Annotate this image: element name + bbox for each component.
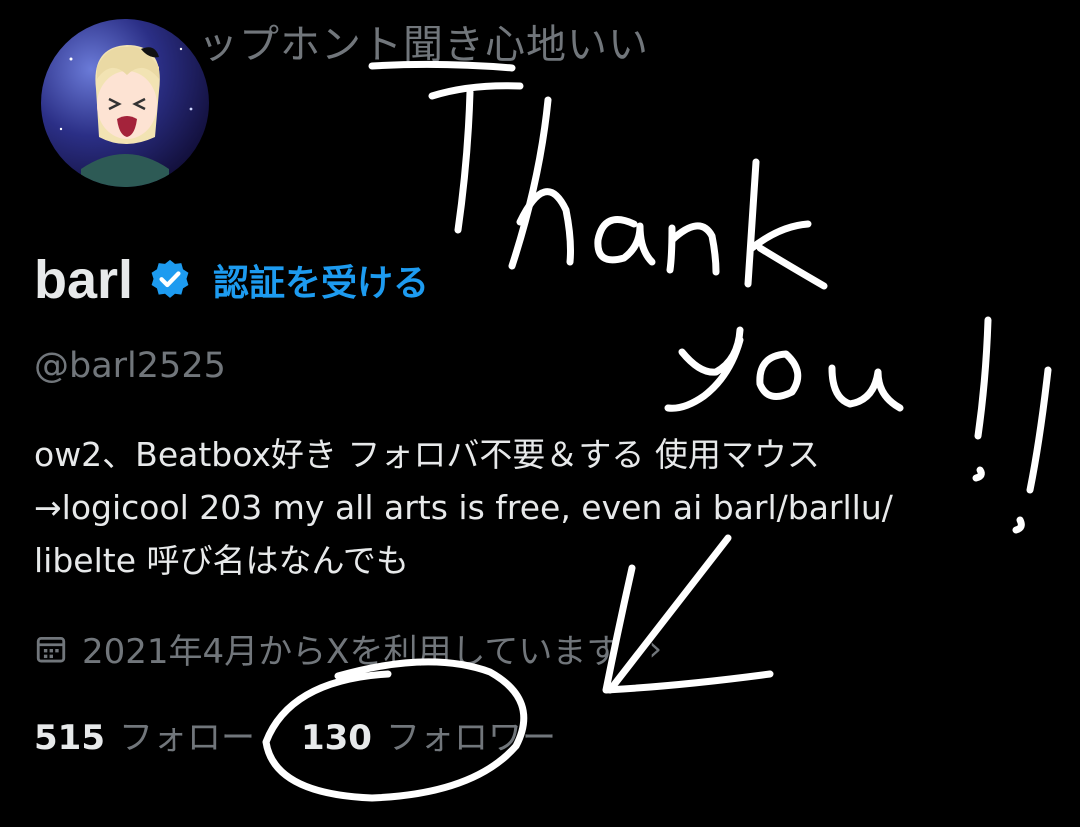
letter-y bbox=[664, 326, 744, 412]
letter-o bbox=[756, 350, 802, 400]
get-verified-link[interactable]: 認証を受ける bbox=[213, 254, 429, 306]
letter-h bbox=[508, 96, 552, 270]
exclaim-1 bbox=[974, 316, 992, 440]
letter-T bbox=[428, 82, 524, 100]
letter-k bbox=[744, 158, 828, 290]
banner-text: ップホント聞き心地いい bbox=[198, 22, 649, 68]
following-label[interactable]: フォロー bbox=[119, 710, 255, 759]
joined-date-row[interactable]: 2021年4月からXを利用しています › bbox=[34, 624, 662, 673]
bio-line: libelte 呼び名はなんでも bbox=[34, 541, 409, 580]
letter-n bbox=[666, 222, 720, 276]
avatar-image bbox=[59, 45, 193, 187]
following-count[interactable]: 515 bbox=[34, 718, 105, 758]
letter-u bbox=[828, 364, 904, 412]
user-handle: @barl2525 bbox=[34, 346, 226, 386]
follow-stats: 515 フォロー 130 フォロワー bbox=[34, 710, 556, 759]
letter-a bbox=[594, 216, 656, 266]
joined-date-text: 2021年4月からXを利用しています bbox=[82, 632, 621, 672]
followers-count[interactable]: 130 bbox=[301, 718, 372, 758]
display-name: barl bbox=[34, 250, 134, 310]
name-row: barl 認証を受ける bbox=[34, 248, 429, 312]
verified-badge-icon[interactable] bbox=[147, 257, 193, 303]
avatar[interactable] bbox=[36, 14, 214, 192]
calendar-icon bbox=[36, 636, 66, 662]
chevron-right-icon: › bbox=[648, 628, 663, 669]
profile-bio: ow2、Beatbox好き フォロバ不要＆する 使用マウス →logicool … bbox=[34, 428, 1044, 587]
bio-line: →logicool 203 my all arts is free, even … bbox=[34, 488, 893, 527]
followers-label[interactable]: フォロワー bbox=[386, 710, 556, 759]
bio-line: ow2、Beatbox好き フォロバ不要＆する 使用マウス bbox=[34, 435, 820, 474]
